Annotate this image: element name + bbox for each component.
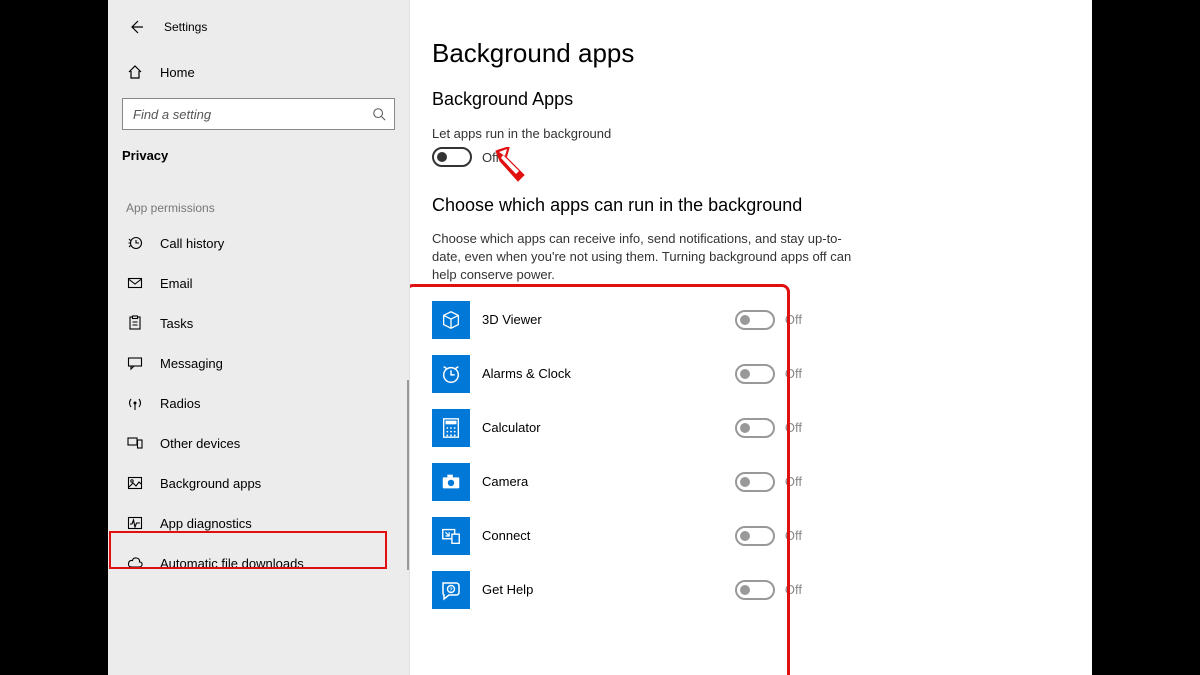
sidebar: Settings Home Privacy App permissions Ca…	[108, 0, 410, 675]
chat-icon	[126, 354, 144, 372]
window-title: Settings	[164, 20, 207, 34]
choose-description: Choose which apps can receive info, send…	[432, 230, 852, 285]
sidebar-section: Privacy	[108, 140, 409, 177]
sidebar-item-label: Other devices	[160, 436, 240, 451]
radio-icon	[126, 394, 144, 412]
app-toggle-state: Off	[785, 420, 802, 435]
picture-icon	[126, 474, 144, 492]
search-box[interactable]	[122, 98, 395, 130]
sidebar-item-email[interactable]: Email	[108, 263, 409, 303]
app-toggle[interactable]	[735, 472, 775, 492]
sidebar-item-label: Automatic file downloads	[160, 556, 304, 571]
sidebar-item-label: Messaging	[160, 356, 223, 371]
app-toggle-state: Off	[785, 366, 802, 381]
svg-text:?: ?	[449, 587, 452, 593]
get-help-icon: ?	[432, 571, 470, 609]
main-content: Background apps Background Apps Let apps…	[410, 0, 1092, 675]
back-button[interactable]	[126, 17, 146, 37]
calculator-icon	[432, 409, 470, 447]
app-name-label: Calculator	[482, 420, 735, 435]
app-list: 3D Viewer Off Alarms & Clock Off	[432, 293, 1062, 617]
history-icon	[126, 234, 144, 252]
mail-icon	[126, 274, 144, 292]
clipboard-icon	[126, 314, 144, 332]
sidebar-item-call-history[interactable]: Call history	[108, 223, 409, 263]
app-row-calculator: Calculator Off	[432, 401, 802, 455]
sidebar-home[interactable]: Home	[108, 52, 409, 92]
app-toggle-state: Off	[785, 474, 802, 489]
sidebar-item-radios[interactable]: Radios	[108, 383, 409, 423]
page-subtitle: Background Apps	[432, 89, 1062, 110]
app-row-connect: Connect Off	[432, 509, 802, 563]
sidebar-item-tasks[interactable]: Tasks	[108, 303, 409, 343]
app-name-label: Connect	[482, 528, 735, 543]
sidebar-item-label: Background apps	[160, 476, 261, 491]
app-name-label: 3D Viewer	[482, 312, 735, 327]
home-label: Home	[160, 65, 195, 80]
app-toggle[interactable]	[735, 580, 775, 600]
sidebar-item-label: Tasks	[160, 316, 193, 331]
app-toggle-state: Off	[785, 312, 802, 327]
3d-viewer-icon	[432, 301, 470, 339]
app-toggle[interactable]	[735, 418, 775, 438]
sidebar-group: App permissions	[108, 177, 409, 223]
app-name-label: Alarms & Clock	[482, 366, 735, 381]
app-toggle[interactable]	[735, 310, 775, 330]
cloud-icon	[126, 554, 144, 572]
app-row-alarms: Alarms & Clock Off	[432, 347, 802, 401]
app-row-get-help: ? Get Help Off	[432, 563, 802, 617]
app-toggle[interactable]	[735, 364, 775, 384]
sidebar-item-other-devices[interactable]: Other devices	[108, 423, 409, 463]
diagnostics-icon	[126, 514, 144, 532]
app-toggle-state: Off	[785, 582, 802, 597]
master-toggle[interactable]	[432, 147, 472, 167]
master-toggle-state: Off	[482, 150, 499, 165]
camera-icon	[432, 463, 470, 501]
sidebar-item-label: Call history	[160, 236, 224, 251]
connect-icon	[432, 517, 470, 555]
app-name-label: Camera	[482, 474, 735, 489]
app-toggle[interactable]	[735, 526, 775, 546]
home-icon	[126, 63, 144, 81]
alarms-icon	[432, 355, 470, 393]
devices-icon	[126, 434, 144, 452]
settings-window: Settings Home Privacy App permissions Ca…	[108, 0, 1092, 675]
sidebar-item-label: Email	[160, 276, 193, 291]
search-input[interactable]	[133, 107, 333, 122]
app-toggle-state: Off	[785, 528, 802, 543]
app-row-camera: Camera Off	[432, 455, 802, 509]
sidebar-item-label: App diagnostics	[160, 516, 252, 531]
master-caption: Let apps run in the background	[432, 126, 1062, 141]
sidebar-item-label: Radios	[160, 396, 200, 411]
sidebar-item-background-apps[interactable]: Background apps	[108, 463, 409, 503]
choose-title: Choose which apps can run in the backgro…	[432, 195, 1062, 216]
scrollbar-indicator[interactable]	[407, 380, 409, 570]
sidebar-item-auto-downloads[interactable]: Automatic file downloads	[108, 543, 409, 583]
app-name-label: Get Help	[482, 582, 735, 597]
back-arrow-icon	[128, 19, 144, 35]
sidebar-item-messaging[interactable]: Messaging	[108, 343, 409, 383]
page-title: Background apps	[432, 38, 1062, 69]
search-icon	[372, 107, 386, 121]
sidebar-item-app-diagnostics[interactable]: App diagnostics	[108, 503, 409, 543]
header: Settings	[108, 14, 409, 40]
app-row-3d-viewer: 3D Viewer Off	[432, 293, 802, 347]
